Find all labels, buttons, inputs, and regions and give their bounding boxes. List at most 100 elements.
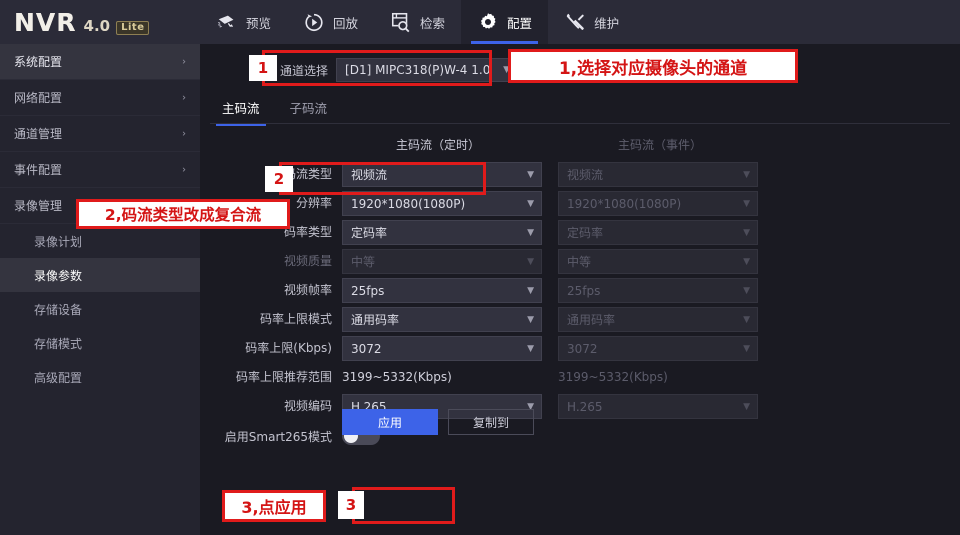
sidebar-item-system-config[interactable]: 系统配置 › xyxy=(0,44,200,80)
action-buttons: 应用 复制到 xyxy=(342,409,534,435)
copy-to-button-label: 复制到 xyxy=(472,415,509,430)
sidebar-item-storage-device[interactable]: 存储设备 xyxy=(0,292,200,326)
column-header-event: 主码流（事件） xyxy=(617,138,702,152)
nav-tab-search[interactable]: 检索 xyxy=(374,0,461,44)
form-row-bitrate-type: 码率类型 定码率 ▼ 定码率 ▼ xyxy=(200,220,960,247)
field-event: H.265 ▼ xyxy=(558,394,758,419)
chevron-down-icon: ▼ xyxy=(743,198,750,209)
field-label: 码率上限(Kbps) xyxy=(245,341,332,355)
bitrate-limit-dropdown[interactable]: 3072 ▼ xyxy=(342,336,542,361)
nav-tab-maintenance[interactable]: 维护 xyxy=(548,0,635,44)
field-timed: 视频流 ▼ xyxy=(342,162,542,187)
field-event: 3199~5332(Kbps) xyxy=(558,365,758,390)
chevron-down-icon: ▼ xyxy=(527,285,534,296)
field-value: 定码率 xyxy=(567,226,604,240)
stream-type-dropdown-event: 视频流 ▼ xyxy=(558,162,758,187)
chevron-down-icon: ▼ xyxy=(743,227,750,238)
field-event: 25fps ▼ xyxy=(558,278,758,303)
nav-tab-playback[interactable]: 回放 xyxy=(287,0,374,44)
sidebar-item-storage-mode[interactable]: 存储模式 xyxy=(0,326,200,360)
apply-button[interactable]: 应用 xyxy=(342,409,438,435)
smart265-label: 启用Smart265模式 xyxy=(224,430,332,444)
sidebar-item-channel-manage[interactable]: 通道管理 › xyxy=(0,116,200,152)
stream-type-dropdown[interactable]: 视频流 ▼ xyxy=(342,162,542,187)
sidebar-item-record-params[interactable]: 录像参数 xyxy=(0,258,200,292)
field-timed: 通用码率 ▼ xyxy=(342,307,542,332)
field-event: 3072 ▼ xyxy=(558,336,758,361)
chevron-down-icon: ▼ xyxy=(743,343,750,354)
sidebar: 系统配置 › 网络配置 › 通道管理 › 事件配置 › 录像管理 ⌄ 录像计划 … xyxy=(0,44,200,535)
copy-to-button[interactable]: 复制到 xyxy=(448,409,534,435)
sidebar-item-network-config[interactable]: 网络配置 › xyxy=(0,80,200,116)
camera-icon xyxy=(216,11,238,33)
channel-select-dropdown[interactable]: [D1] MIPC318(P)W-4 1.0 ▼ xyxy=(336,58,519,82)
bitrate-limit-mode-dropdown-event: 通用码率 ▼ xyxy=(558,307,758,332)
channel-select-label: 通道选择 xyxy=(280,63,329,78)
bitrate-type-dropdown-event: 定码率 ▼ xyxy=(558,220,758,245)
tools-icon xyxy=(564,11,586,33)
field-value: 1920*1080(1080P) xyxy=(351,196,466,211)
column-header-timed: 主码流（定时） xyxy=(395,138,480,152)
annotation-step-2: 2,码流类型改成复合流 xyxy=(76,199,290,229)
content-panel: 通道选择 [D1] MIPC318(P)W-4 1.0 ▼ 主码流 子码流 主码… xyxy=(200,44,960,535)
chevron-right-icon: › xyxy=(182,164,186,175)
field-value: 25fps xyxy=(567,283,601,298)
bitrate-type-dropdown[interactable]: 定码率 ▼ xyxy=(342,220,542,245)
field-value: 中等 xyxy=(567,255,592,269)
nav-tab-preview[interactable]: 预览 xyxy=(200,0,287,44)
tab-sub-stream[interactable]: 子码流 xyxy=(278,94,340,126)
field-timed: 3072 ▼ xyxy=(342,336,542,361)
sidebar-item-label: 系统配置 xyxy=(14,55,63,69)
tab-label: 主码流 xyxy=(222,101,260,116)
annotation-step-1: 1,选择对应摄像头的通道 xyxy=(508,49,798,83)
sidebar-item-advanced-config[interactable]: 高级配置 xyxy=(0,360,200,394)
sidebar-item-label: 事件配置 xyxy=(14,163,63,177)
chevron-down-icon: ▼ xyxy=(527,198,534,209)
chevron-down-icon: ▼ xyxy=(527,343,534,354)
field-value: H.265 xyxy=(567,399,603,414)
gear-icon xyxy=(477,11,499,33)
bitrate-limit-dropdown-event: 3072 ▼ xyxy=(558,336,758,361)
field-value: 25fps xyxy=(351,283,385,298)
bitrate-recommend-value: 3199~5332(Kbps) xyxy=(342,370,452,384)
logo-edition-badge: Lite xyxy=(116,20,150,35)
sidebar-subitem-label: 存储设备 xyxy=(34,302,83,317)
sidebar-item-record-schedule[interactable]: 录像计划 xyxy=(0,224,200,258)
stream-tabstrip: 主码流 子码流 xyxy=(210,94,950,126)
step-marker-3: 3 xyxy=(338,491,364,519)
form-row-bitrate-limit: 码率上限(Kbps) 3072 ▼ 3072 ▼ xyxy=(200,336,960,363)
field-label: 视频编码 xyxy=(283,399,332,413)
field-value: 通用码率 xyxy=(567,313,616,327)
sidebar-item-event-config[interactable]: 事件配置 › xyxy=(0,152,200,188)
step-marker-1: 1 xyxy=(249,55,277,81)
channel-select-value: [D1] MIPC318(P)W-4 1.0 xyxy=(345,63,491,77)
chevron-down-icon: ▼ xyxy=(743,169,750,180)
sidebar-item-label: 录像管理 xyxy=(14,199,63,213)
field-event: 中等 ▼ xyxy=(558,249,758,274)
nav-tab-config[interactable]: 配置 xyxy=(461,0,549,44)
field-timed: 3199~5332(Kbps) xyxy=(342,365,542,390)
field-event: 视频流 ▼ xyxy=(558,162,758,187)
logo-text: NVR xyxy=(14,7,77,37)
field-event: 通用码率 ▼ xyxy=(558,307,758,332)
framerate-dropdown[interactable]: 25fps ▼ xyxy=(342,278,542,303)
sidebar-subitem-label: 录像计划 xyxy=(34,234,83,249)
form-row-bitrate-recommend-range: 码率上限推荐范围 3199~5332(Kbps) 3199~5332(Kbps) xyxy=(200,365,960,392)
app-header: NVR 4.0 Lite 预览 回放 检索 配置 维护 xyxy=(0,0,960,44)
nvr-config-window: NVR 4.0 Lite 预览 回放 检索 配置 维护 系统配置 › 网络配置 … xyxy=(0,0,960,535)
field-timed: 定码率 ▼ xyxy=(342,220,542,245)
field-value: 1920*1080(1080P) xyxy=(567,196,682,211)
bitrate-limit-mode-dropdown[interactable]: 通用码率 ▼ xyxy=(342,307,542,332)
form-row-video-quality: 视频质量 中等 ▼ 中等 ▼ xyxy=(200,249,960,276)
sidebar-item-label: 网络配置 xyxy=(14,91,63,105)
resolution-dropdown[interactable]: 1920*1080(1080P) ▼ xyxy=(342,191,542,216)
apply-button-label: 应用 xyxy=(377,415,402,430)
field-value: 定码率 xyxy=(351,226,388,240)
video-quality-dropdown-event: 中等 ▼ xyxy=(558,249,758,274)
app-logo: NVR 4.0 Lite xyxy=(0,8,190,37)
chevron-down-icon: ▼ xyxy=(527,169,534,180)
tab-main-stream[interactable]: 主码流 xyxy=(210,94,272,126)
field-timed: 中等 ▼ xyxy=(342,249,542,274)
field-value: 视频流 xyxy=(351,168,388,182)
field-label: 视频帧率 xyxy=(283,283,332,297)
